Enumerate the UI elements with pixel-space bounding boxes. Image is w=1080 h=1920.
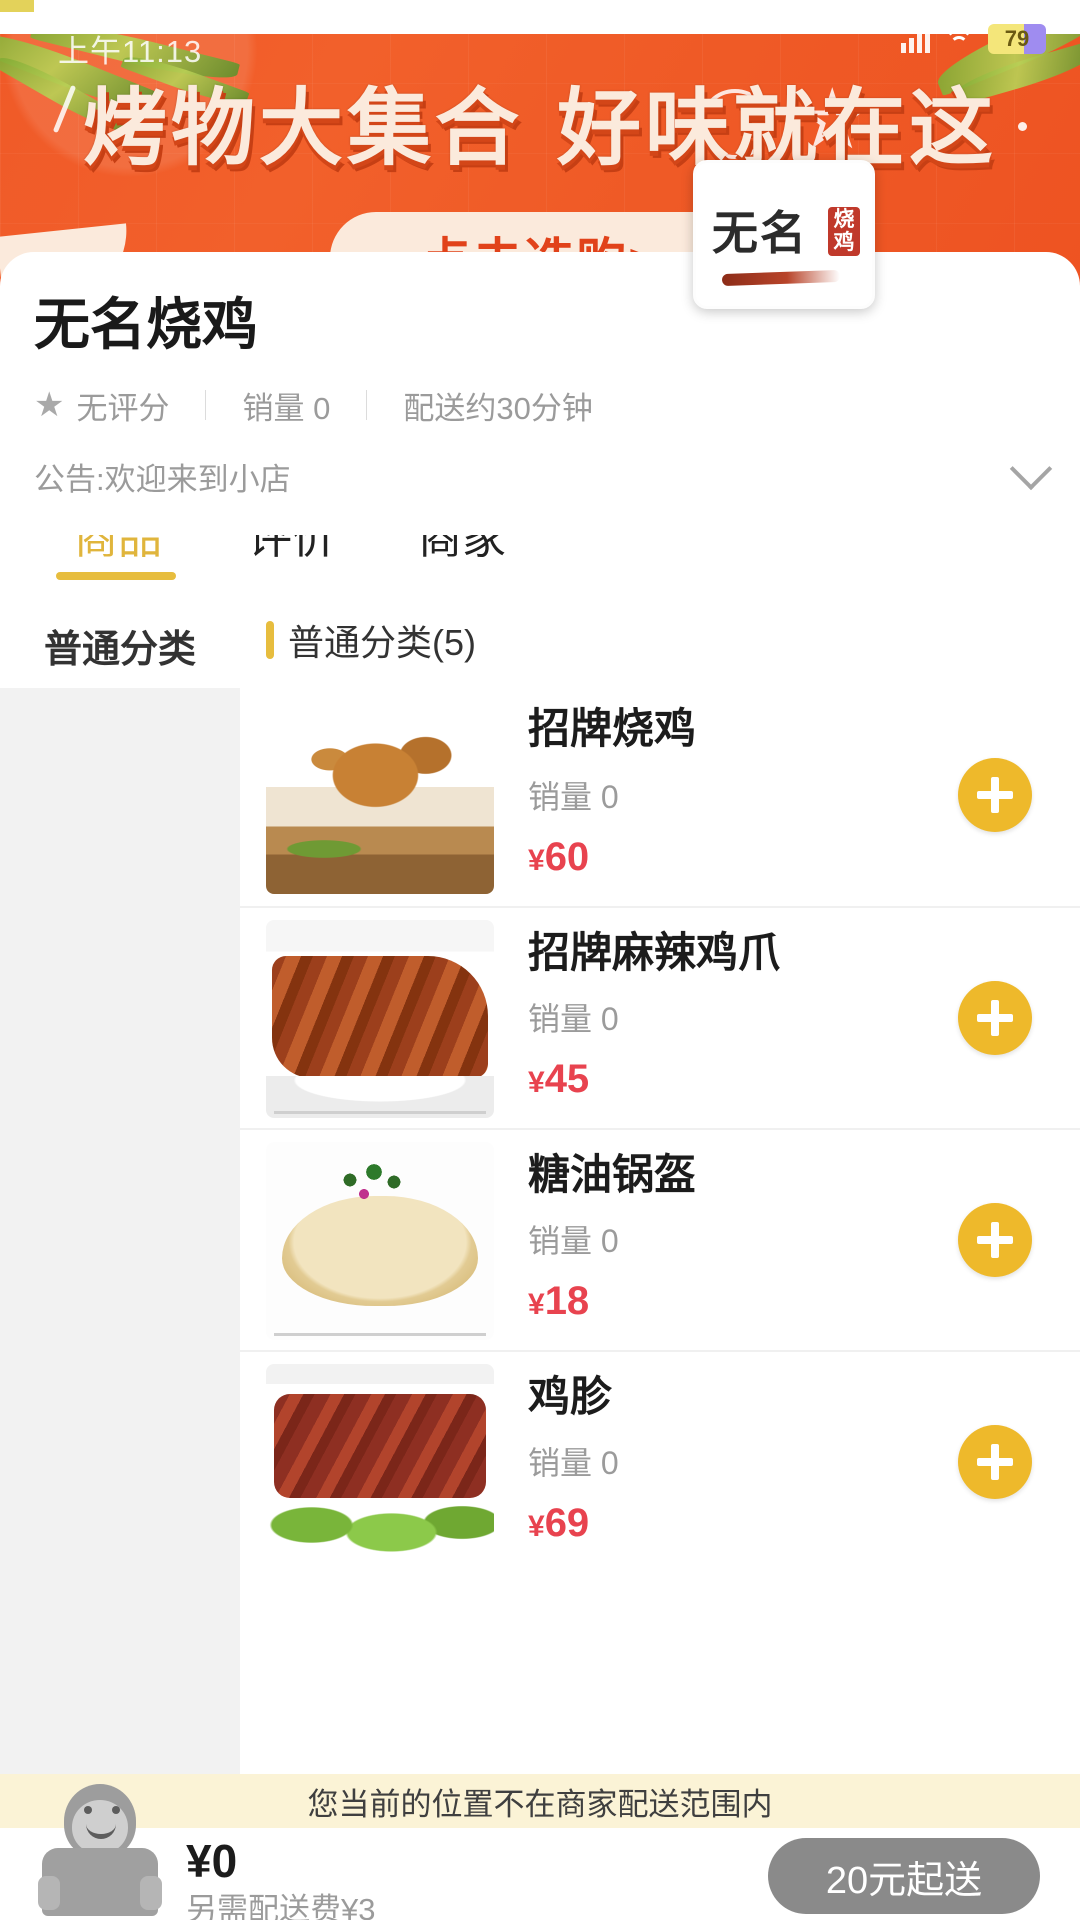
cart-bar: ¥0 另需配送费¥3 20元起送	[0, 1784, 1080, 1920]
section-header: 普通分类(5)	[240, 586, 1080, 684]
product-sales: 销量 0	[528, 1445, 619, 1481]
app-screen: ☆ 烤物大集合好味就在这 点击选购> 上午11:13 79 无名 烧鸡 无名烧鸡…	[0, 0, 1080, 1920]
shop-notice-row[interactable]: 公告:欢迎来到小店	[0, 428, 1080, 527]
delivery-fee-note: 另需配送费¥3	[186, 1892, 376, 1920]
thumbnail-edge-line	[274, 1333, 486, 1336]
chicken-gizzard-photo	[266, 1364, 494, 1562]
product-name: 招牌烧鸡	[528, 705, 697, 752]
price-value: 60	[544, 835, 590, 879]
active-tab-indicator	[56, 572, 176, 580]
plus-icon	[977, 1222, 1013, 1258]
shop-logo-main-text: 无名	[712, 208, 808, 259]
product-sales: 销量 0	[528, 1001, 619, 1037]
plus-icon	[977, 1444, 1013, 1480]
price-value: 18	[544, 1279, 590, 1323]
banner-headline: 烤物大集合 好味就在这	[0, 86, 1080, 170]
price-value: 69	[544, 1501, 590, 1545]
price-value: 45	[544, 1057, 590, 1101]
spicy-chicken-feet-photo	[266, 920, 494, 1118]
add-to-cart-button[interactable]	[958, 1425, 1032, 1499]
product-info: 招牌烧鸡 销量 0 ¥60	[494, 696, 1080, 894]
product-name: 鸡胗	[528, 1373, 613, 1420]
shop-sales: 销量 0	[242, 390, 331, 426]
avatar-eye	[112, 1806, 120, 1814]
shop-logo[interactable]: 无名 烧鸡	[693, 160, 875, 309]
sidebar-item-normal-category[interactable]: 普通分类	[0, 586, 240, 688]
product-row[interactable]: 鸡胗 销量 0 ¥69	[240, 1350, 1080, 1572]
chevron-down-icon[interactable]	[1009, 448, 1053, 491]
product-name: 招牌麻辣鸡爪	[528, 929, 781, 976]
currency-symbol: ¥	[528, 844, 545, 877]
avatar-arm	[38, 1876, 60, 1910]
currency-symbol: ¥	[528, 1510, 545, 1543]
product-info: 糖油锅盔 销量 0 ¥18	[494, 1142, 1080, 1338]
product-row[interactable]: 糖油锅盔 销量 0 ¥18	[240, 1128, 1080, 1350]
product-price: ¥69	[528, 1501, 589, 1546]
shop-logo-sub-text: 烧鸡	[828, 207, 860, 257]
roast-chicken-photo	[266, 696, 494, 894]
checkout-button[interactable]: 20元起送	[768, 1838, 1040, 1914]
banner-headline-left: 烤物大集合	[82, 81, 523, 175]
product-list-panel[interactable]: 普通分类(5) 招牌烧鸡 销量 0 ¥60 招牌麻辣鸡爪 销量 0 ¥45 糖油…	[240, 586, 1080, 1774]
product-price: ¥60	[528, 835, 589, 880]
product-thumbnail[interactable]	[266, 696, 494, 894]
currency-symbol: ¥	[528, 1066, 545, 1099]
product-thumbnail[interactable]	[266, 1142, 494, 1340]
currency-symbol: ¥	[528, 1288, 545, 1321]
product-price: ¥45	[528, 1057, 589, 1102]
product-name: 糖油锅盔	[528, 1151, 697, 1198]
avatar-eye	[84, 1806, 92, 1814]
top-white-strip	[0, 0, 1080, 34]
avatar-arm	[140, 1876, 162, 1910]
menu-content: 普通分类 普通分类(5) 招牌烧鸡 销量 0 ¥60 招牌麻辣鸡爪 销量 0 ¥…	[0, 586, 1080, 1774]
star-icon: ★	[34, 386, 65, 425]
product-price: ¥18	[528, 1279, 589, 1324]
add-to-cart-button[interactable]	[958, 758, 1032, 832]
shop-notice-text: 公告:欢迎来到小店	[34, 461, 291, 497]
shop-rating: 无评分	[76, 390, 170, 426]
add-to-cart-button[interactable]	[958, 981, 1032, 1055]
plus-icon	[977, 777, 1013, 813]
product-sales: 销量 0	[528, 779, 619, 815]
category-sidebar: 普通分类	[0, 586, 240, 1774]
section-title: 普通分类(5)	[288, 622, 476, 663]
shop-info-card: 无名烧鸡 ★ 无评分 销量 0 配送约30分钟 公告:欢迎来到小店	[0, 252, 1080, 535]
product-row[interactable]: 招牌烧鸡 销量 0 ¥60	[240, 684, 1080, 906]
add-to-cart-button[interactable]	[958, 1203, 1032, 1277]
shop-delivery-time: 配送约30分钟	[403, 390, 593, 426]
screen-edge-marker	[0, 0, 34, 12]
plus-icon	[977, 1000, 1013, 1036]
shop-meta-row: ★ 无评分 销量 0 配送约30分钟	[0, 355, 1080, 428]
product-info: 招牌麻辣鸡爪 销量 0 ¥45	[494, 920, 1080, 1116]
product-info: 鸡胗 销量 0 ¥69	[494, 1364, 1080, 1560]
meta-divider	[366, 390, 368, 421]
delivery-person-icon[interactable]	[36, 1784, 164, 1916]
cart-total: ¥0	[186, 1835, 238, 1887]
shop-logo-brush-stroke	[721, 269, 841, 287]
product-sales: 销量 0	[528, 1223, 619, 1259]
product-thumbnail[interactable]	[266, 920, 494, 1118]
thumbnail-edge-line	[274, 1111, 486, 1114]
meta-divider	[205, 390, 207, 421]
product-row[interactable]: 招牌麻辣鸡爪 销量 0 ¥45	[240, 906, 1080, 1128]
sugar-oil-guokui-photo	[266, 1142, 494, 1340]
shop-name: 无名烧鸡	[34, 293, 258, 356]
section-accent-bar	[266, 621, 274, 659]
product-thumbnail[interactable]	[266, 1364, 494, 1562]
